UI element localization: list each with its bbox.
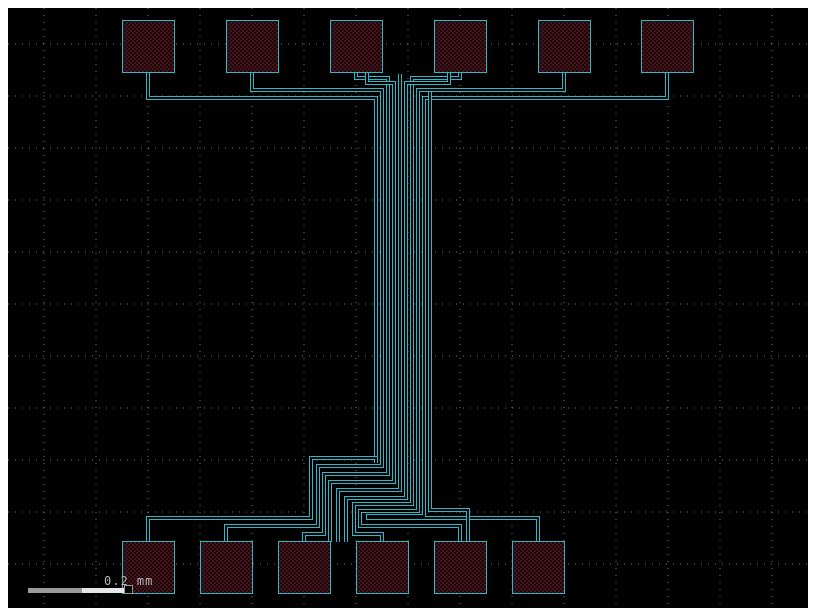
top-pad-6 (641, 20, 694, 73)
trace-outline (146, 72, 378, 128)
layout-drawing (8, 8, 808, 608)
bottom-pad-3 (278, 541, 331, 594)
trace-core (147, 457, 377, 542)
top-pad-4 (434, 20, 487, 73)
trace-core (429, 463, 469, 542)
bottom-pad-4 (356, 541, 409, 594)
trace-group (146, 72, 669, 542)
scale-bar-fill (28, 588, 82, 593)
top-pad-3 (330, 20, 383, 73)
scale-bar: 0.2 mm (28, 574, 152, 594)
trace-outline (428, 463, 470, 542)
scale-handle[interactable] (124, 585, 133, 594)
bottom-pad-6 (512, 541, 565, 594)
top-pad-5 (538, 20, 591, 73)
layout-canvas[interactable]: 0.2 mm (8, 8, 808, 608)
top-pad-2 (226, 20, 279, 73)
bottom-pad-2 (200, 541, 253, 594)
top-pad-1 (122, 20, 175, 73)
bottom-pad-5 (434, 541, 487, 594)
trace-outline (422, 72, 669, 128)
trace-outline (146, 456, 378, 542)
